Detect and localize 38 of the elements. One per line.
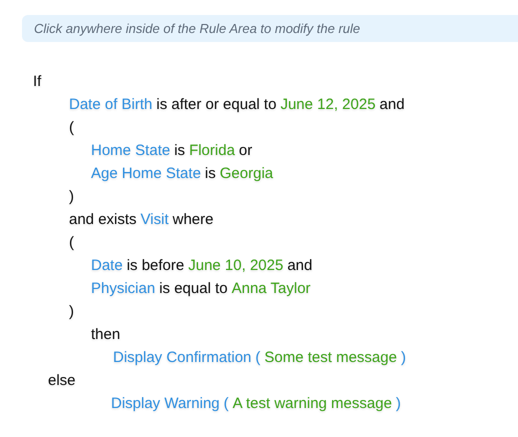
rule-field[interactable]: Display Confirmation	[113, 346, 252, 369]
rule-keyword[interactable]: is after or equal to	[156, 93, 276, 116]
rule-field[interactable]: Date of Birth	[69, 93, 152, 116]
rule-field[interactable]: Home State	[122, 162, 201, 185]
rule-keyword[interactable]: and	[380, 93, 405, 116]
rule-keyword[interactable]: )	[69, 185, 74, 208]
rule-field[interactable]: Display Warning	[111, 392, 220, 415]
rule-value[interactable]: Florida	[189, 139, 235, 162]
rule-field[interactable]: Age	[91, 162, 118, 185]
rule-keyword[interactable]: is equal to	[159, 277, 228, 300]
rule-keyword[interactable]: (	[69, 116, 74, 139]
rule-field[interactable]: Date	[91, 254, 123, 277]
rule-value[interactable]: June 10, 2025	[188, 254, 284, 277]
rule-field[interactable]: (	[224, 392, 229, 415]
rule-keyword[interactable]: is	[204, 162, 216, 185]
rule-value[interactable]: Georgia	[220, 162, 274, 185]
rule-field[interactable]: )	[396, 392, 401, 415]
rule-field[interactable]: Home State	[91, 139, 170, 162]
rule-keyword[interactable]: is	[174, 139, 186, 162]
rule-field[interactable]: (	[255, 346, 260, 369]
rule-keyword[interactable]: where	[172, 208, 214, 231]
rule-keyword[interactable]: is before	[126, 254, 184, 277]
rule-field[interactable]: )	[400, 346, 406, 369]
rule-keyword[interactable]: and exists	[69, 208, 137, 231]
rule-field[interactable]: Visit	[140, 208, 169, 231]
rule-keyword[interactable]: (	[69, 231, 74, 254]
rule-value[interactable]: Some test message	[264, 346, 397, 369]
rule-keyword[interactable]: )	[69, 300, 74, 323]
rule-value[interactable]: Anna Taylor	[232, 277, 311, 300]
rule-value[interactable]: A test warning message	[232, 392, 392, 415]
rule-keyword[interactable]: else	[48, 369, 76, 392]
hint-banner: Click anywhere inside of the Rule Area to modify the rule	[22, 15, 518, 42]
rule-value[interactable]: June 12, 2025	[280, 93, 376, 116]
rule-keyword[interactable]: then	[91, 323, 120, 346]
rule-keyword[interactable]: and	[287, 254, 312, 277]
rule-keyword[interactable]: or	[238, 139, 252, 162]
rule-keyword[interactable]: If	[33, 70, 42, 93]
rule-field[interactable]: Physician	[91, 277, 156, 300]
